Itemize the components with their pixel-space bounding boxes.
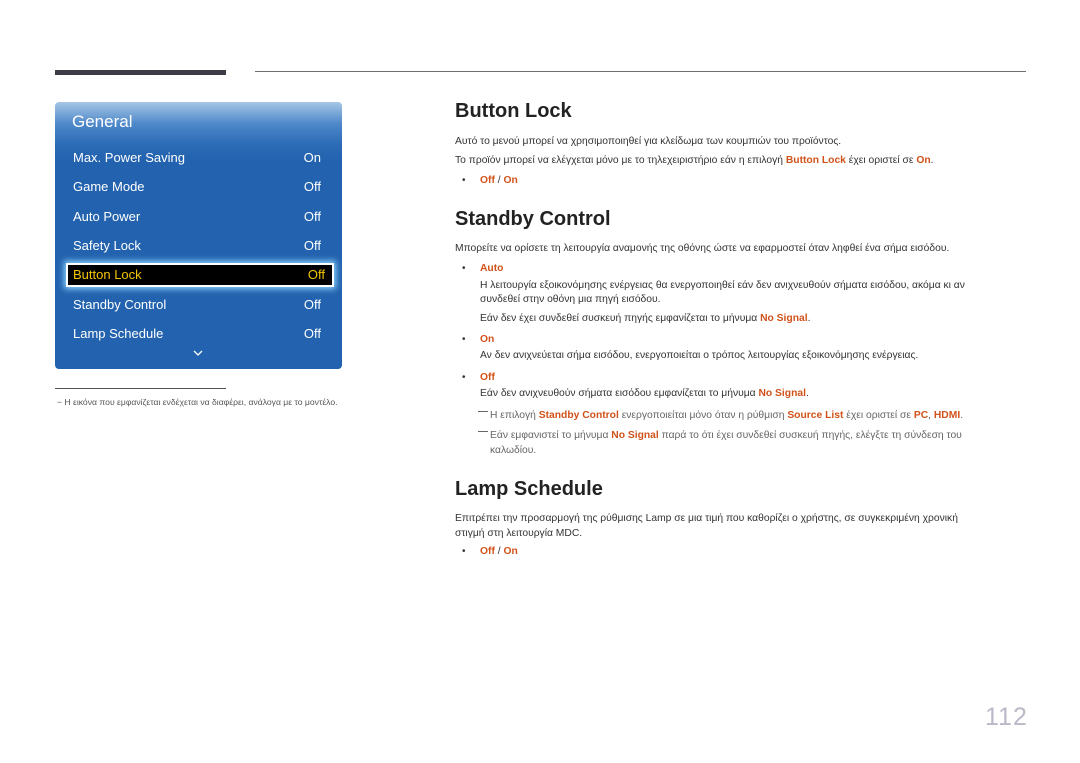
text: Η επιλογή xyxy=(490,410,539,421)
image-disclaimer-text: Η εικόνα που εμφανίζεται ενδέχεται να δι… xyxy=(64,397,338,407)
osd-item-label: Button Lock xyxy=(73,267,142,282)
bullet-icon: • xyxy=(462,372,466,383)
osd-item-auto-power[interactable]: Auto Power Off xyxy=(66,205,330,229)
term-source-list: Source List xyxy=(787,410,844,421)
option-off: Off xyxy=(480,175,495,186)
footnote-rule xyxy=(55,388,226,389)
osd-item-value: Off xyxy=(303,179,321,194)
standby-note-2: Εάν εμφανιστεί το μήνυμα No Signal παρά … xyxy=(478,428,1018,443)
osd-item-label: Max. Power Saving xyxy=(73,150,185,165)
osd-item-value: On xyxy=(303,150,321,165)
bullet-icon: • xyxy=(462,263,466,274)
text: . xyxy=(930,155,934,166)
osd-item-value: Off xyxy=(303,209,321,224)
term-pc: PC xyxy=(913,410,929,421)
osd-item-value: Off xyxy=(303,326,321,341)
standby-note-2-cont: καλωδίου. xyxy=(490,445,537,456)
option-on: On xyxy=(480,334,495,345)
lamp-description-2: στιγμή στη λειτουργία MDC. xyxy=(455,528,583,539)
osd-item-label: Game Mode xyxy=(73,179,145,194)
auto-description-1: Η λειτουργία εξοικονόμησης ενέργειας θα … xyxy=(480,280,965,291)
term-no-signal: No Signal xyxy=(611,430,659,441)
standby-note-1: Η επιλογή Standby Control ενεργοποιείται… xyxy=(478,408,1018,423)
header-rule-dark xyxy=(55,70,226,75)
heading-button-lock: Button Lock xyxy=(455,100,572,122)
option-off: Off xyxy=(480,372,495,383)
bullet-icon: • xyxy=(462,546,466,557)
text: . xyxy=(807,313,811,324)
bullet-icon: • xyxy=(462,175,466,186)
text: Εάν δεν ανιχνευθούν σήματα εισόδου εμφαν… xyxy=(480,388,759,399)
standby-intro: Μπορείτε να ορίσετε τη λειτουργία αναμον… xyxy=(455,243,950,254)
note-dash-icon xyxy=(478,430,488,432)
term-hdmi: HDMI xyxy=(933,410,961,421)
header-rule-light xyxy=(255,71,1026,72)
osd-item-standby-control[interactable]: Standby Control Off xyxy=(66,293,330,317)
heading-standby-control: Standby Control xyxy=(455,208,611,230)
term-standby-control: Standby Control xyxy=(538,410,619,421)
bullet-icon: • xyxy=(462,334,466,345)
term-button-lock: Button Lock xyxy=(785,155,846,166)
osd-title: General xyxy=(72,112,133,131)
lamp-description-1: Επιτρέπει την προσαρμογή της ρύθμισης La… xyxy=(455,513,958,524)
osd-item-safety-lock[interactable]: Safety Lock Off xyxy=(66,234,330,258)
osd-item-value: Off xyxy=(303,297,321,312)
off-description: Εάν δεν ανιχνευθούν σήματα εισόδου εμφαν… xyxy=(480,386,809,401)
osd-item-value: Off xyxy=(303,238,321,253)
text: ενεργοποιείται μόνο όταν η ρύθμιση xyxy=(618,410,788,421)
osd-item-game-mode[interactable]: Game Mode Off xyxy=(66,175,330,199)
option-off: Off xyxy=(480,546,495,557)
term-no-signal: No Signal xyxy=(758,388,806,399)
auto-description-3: Εάν δεν έχει συνδεθεί συσκευή πηγής εμφα… xyxy=(480,311,810,326)
text: Το προϊόν μπορεί να ελέγχεται μόνο με το… xyxy=(455,155,786,166)
text: Εάν εμφανιστεί το μήνυμα xyxy=(490,430,612,441)
on-description: Αν δεν ανιχνεύεται σήμα εισόδου, ενεργοπ… xyxy=(480,350,919,361)
osd-item-label: Safety Lock xyxy=(73,238,141,253)
osd-item-max-power-saving[interactable]: Max. Power Saving On xyxy=(66,146,330,170)
term-on: On xyxy=(916,155,931,166)
osd-item-value: Off xyxy=(307,267,325,282)
osd-item-button-lock-selected[interactable]: Button Lock Off xyxy=(66,263,334,287)
image-disclaimer: − Η εικόνα που εμφανίζεται ενδέχεται να … xyxy=(57,397,338,407)
button-lock-description: Αυτό το μενού μπορεί να χρησιμοποιηθεί γ… xyxy=(455,136,842,147)
text: παρά το ότι έχει συνδεθεί συσκευή πηγής,… xyxy=(658,430,962,441)
osd-item-label: Lamp Schedule xyxy=(73,326,164,341)
heading-lamp-schedule: Lamp Schedule xyxy=(455,478,603,500)
button-lock-condition: Το προϊόν μπορεί να ελέγχεται μόνο με το… xyxy=(455,153,934,168)
osd-item-label: Auto Power xyxy=(73,209,141,224)
auto-description-2: συνδεθεί στην οθόνη μια πηγή εισόδου. xyxy=(480,294,661,305)
lamp-options: Off / On xyxy=(480,546,518,557)
text: . xyxy=(960,410,964,421)
chevron-down-icon[interactable] xyxy=(193,348,203,358)
text: έχει οριστεί σε xyxy=(843,410,914,421)
note-dash-icon xyxy=(478,410,488,412)
option-on: On xyxy=(503,546,518,557)
text: Εάν δεν έχει συνδεθεί συσκευή πηγής εμφα… xyxy=(480,313,761,324)
text: έχει οριστεί σε xyxy=(845,155,917,166)
term-no-signal: No Signal xyxy=(760,313,808,324)
osd-item-label: Standby Control xyxy=(73,297,167,312)
osd-item-lamp-schedule[interactable]: Lamp Schedule Off xyxy=(66,322,330,346)
osd-general-menu: General Max. Power Saving On Game Mode O… xyxy=(55,102,342,369)
text: . xyxy=(805,388,809,399)
option-on: On xyxy=(503,175,518,186)
button-lock-options: Off / On xyxy=(480,175,518,186)
option-auto: Auto xyxy=(480,263,504,274)
page-number: 112 xyxy=(985,703,1028,731)
